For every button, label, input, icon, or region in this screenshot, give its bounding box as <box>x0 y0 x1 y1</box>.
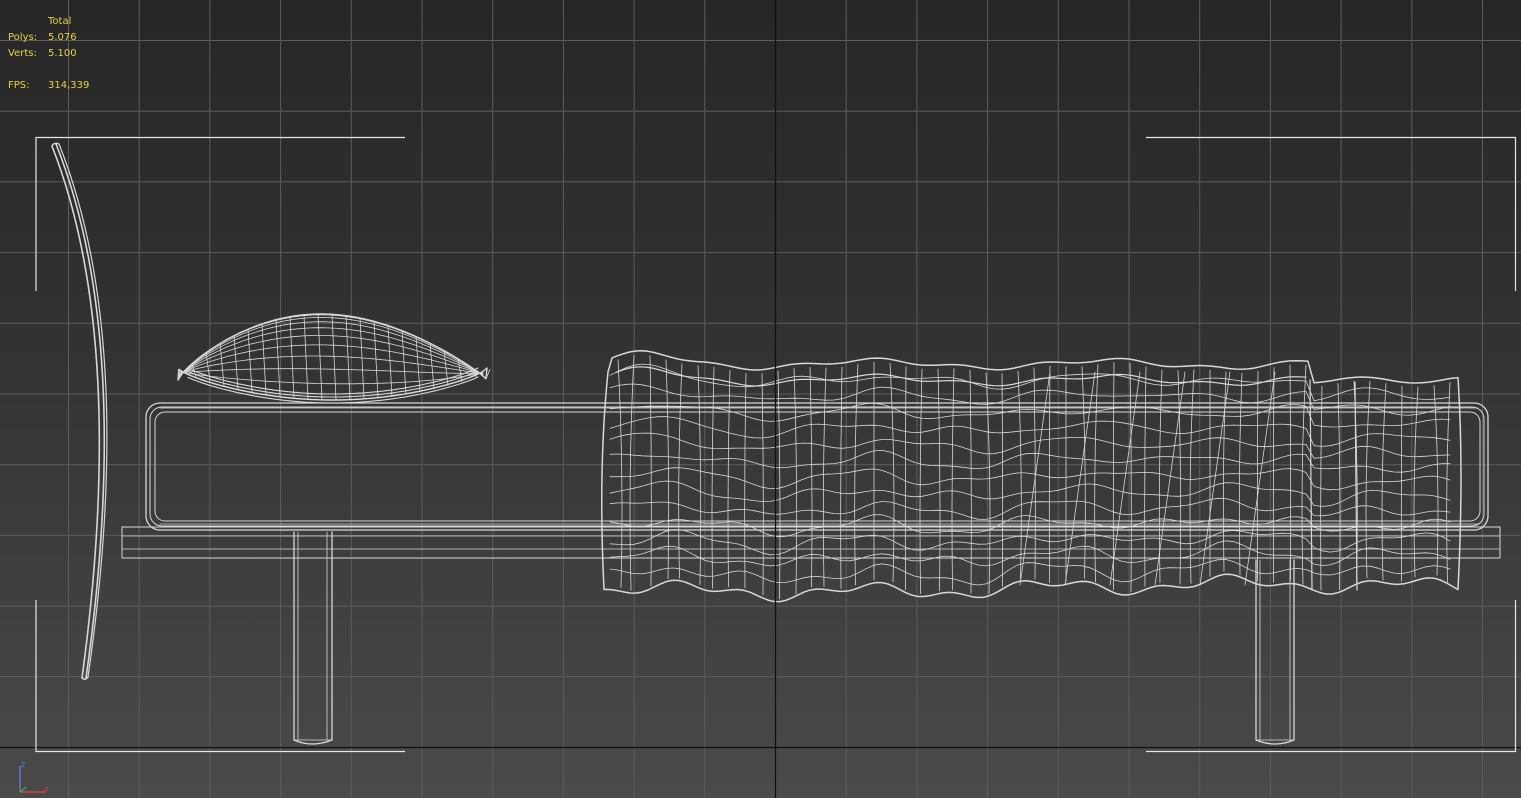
viewport-overlay <box>0 0 1521 798</box>
axis-z-label: z <box>21 760 26 769</box>
verts-value: 5.100 <box>48 48 77 59</box>
verts-label: Verts: <box>8 48 37 59</box>
stats-header: Total <box>48 16 72 27</box>
fps-value: 314,339 <box>48 80 90 91</box>
axis-gizmo-icon: z x <box>14 760 54 796</box>
axis-x-label: x <box>44 784 49 793</box>
polys-label: Polys: <box>8 32 38 43</box>
viewport-front[interactable]: Total Polys: 5.076 Verts: 5.100 FPS: 314… <box>0 0 1521 798</box>
polys-value: 5.076 <box>48 32 77 43</box>
fps-label: FPS: <box>8 80 30 91</box>
